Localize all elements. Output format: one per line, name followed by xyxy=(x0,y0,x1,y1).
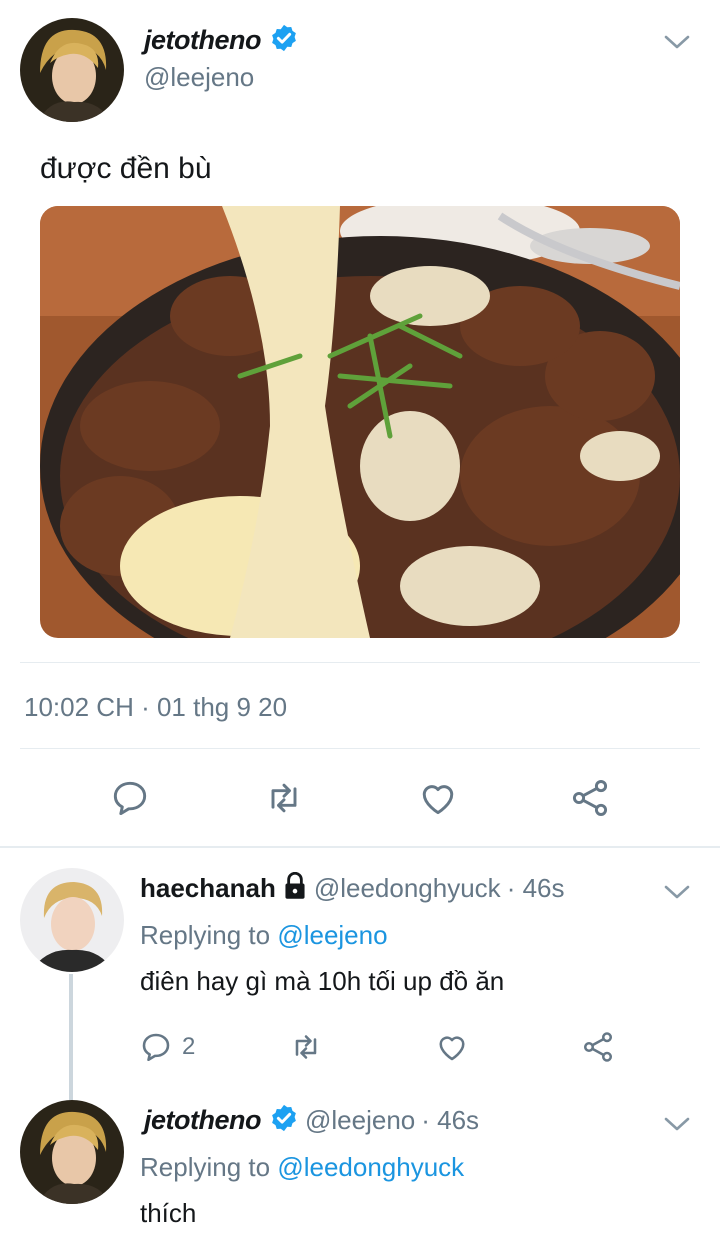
thread-line xyxy=(69,974,73,1100)
like-icon xyxy=(422,785,454,815)
replying-to-label: Replying to xyxy=(140,920,271,950)
reply-text: thích xyxy=(140,1198,197,1228)
verified-badge-icon xyxy=(269,23,299,58)
retweet-button[interactable] xyxy=(256,774,312,822)
main-avatar[interactable] xyxy=(20,18,124,122)
share-icon xyxy=(583,1032,613,1062)
reply-handle[interactable]: @leedonghyuck xyxy=(314,873,501,904)
reply-count: 2 xyxy=(182,1033,196,1060)
reply-age: · 46s xyxy=(421,1104,480,1135)
verified-badge-icon xyxy=(269,1103,299,1138)
share-icon xyxy=(572,780,608,816)
reply-icon xyxy=(142,1033,170,1062)
main-handle[interactable]: @leejeno xyxy=(144,62,254,93)
section-divider xyxy=(0,846,720,848)
main-author-name-row[interactable]: jetotheno xyxy=(144,22,299,58)
reply-text: điên hay gì mà 10h tối up đồ ăn xyxy=(140,966,505,996)
reply-avatar[interactable] xyxy=(20,868,124,972)
reply-age: · 46s xyxy=(506,872,565,903)
chevron-down-icon[interactable] xyxy=(662,880,692,909)
replying-to-link[interactable]: @leedonghyuck xyxy=(277,1152,464,1182)
main-display-name[interactable]: jetotheno xyxy=(144,25,262,56)
reply-display-name[interactable]: jetotheno xyxy=(144,1105,262,1136)
chevron-down-icon[interactable] xyxy=(662,30,692,59)
replying-to-line: Replying to @leedonghyuck xyxy=(140,1152,464,1183)
retweet-icon xyxy=(271,783,297,813)
reply-handle[interactable]: @leejeno xyxy=(305,1105,415,1136)
share-button[interactable] xyxy=(566,774,614,822)
reply-share-button[interactable] xyxy=(578,1028,618,1066)
reply-header: jetotheno @leejeno · 46s xyxy=(144,1102,479,1138)
reply-reply-button[interactable]: 2 xyxy=(138,1028,195,1066)
tweet-photo[interactable] xyxy=(40,206,680,638)
replying-to-link[interactable]: @leejeno xyxy=(277,920,387,950)
retweet-icon xyxy=(295,1035,317,1059)
reply-retweet-button[interactable] xyxy=(284,1028,328,1066)
replying-to-label: Replying to xyxy=(140,1152,271,1182)
tweet-timestamp[interactable]: 10:02 CH · 01 thg 9 20 xyxy=(24,692,287,723)
replying-to-line: Replying to @leejeno xyxy=(140,920,388,951)
reply-button[interactable] xyxy=(104,774,156,822)
main-tweet-text: được đền bù xyxy=(40,152,212,185)
divider xyxy=(20,748,700,749)
chevron-down-icon[interactable] xyxy=(662,1112,692,1141)
like-icon xyxy=(439,1036,465,1061)
divider xyxy=(20,662,700,663)
reply-header: haechanah @leedonghyuck · 46s xyxy=(140,870,565,906)
reply-display-name[interactable]: haechanah xyxy=(140,873,276,904)
lock-icon xyxy=(282,871,308,905)
reply-icon xyxy=(113,781,147,816)
like-button[interactable] xyxy=(412,774,464,822)
reply-like-button[interactable] xyxy=(432,1028,472,1066)
reply-avatar[interactable] xyxy=(20,1100,124,1204)
